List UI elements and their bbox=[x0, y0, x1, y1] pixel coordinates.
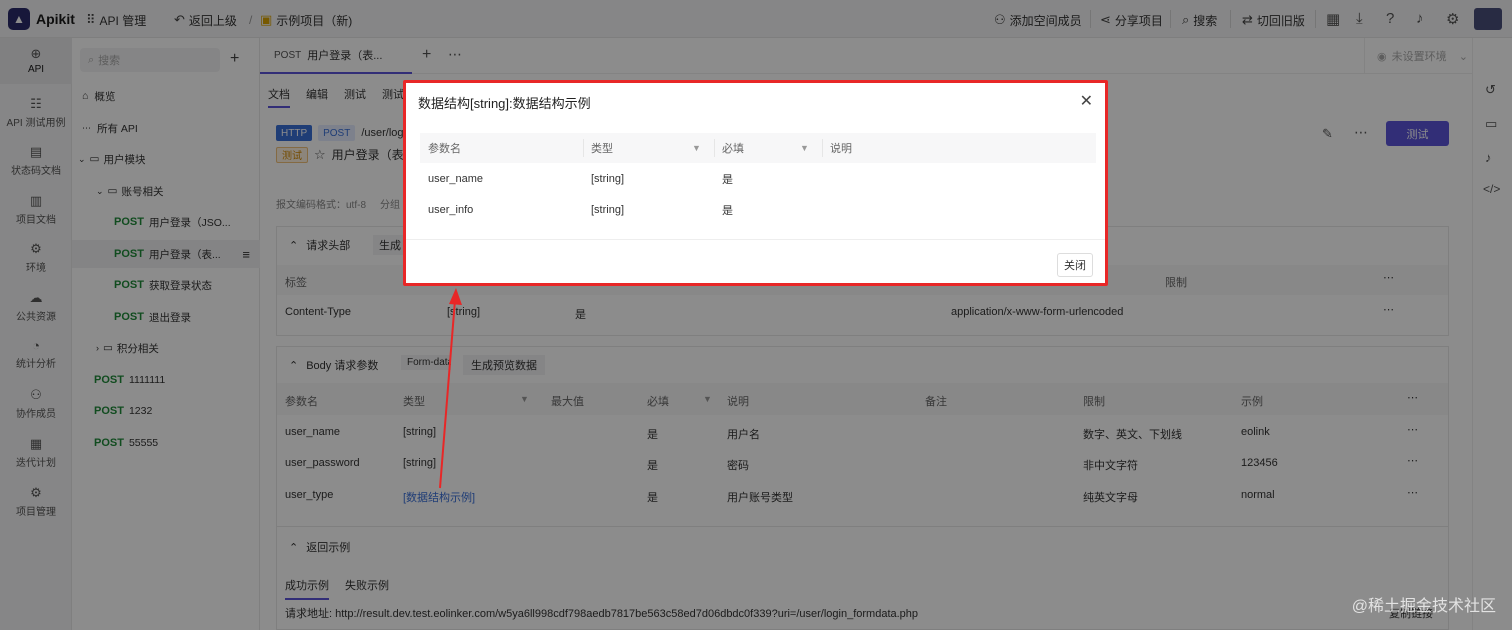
close-icon[interactable]: ✕ bbox=[1080, 91, 1093, 111]
table-row: user_name [string] 是 bbox=[420, 163, 1096, 194]
column-header: 类型 bbox=[591, 143, 613, 155]
filter-icon[interactable]: ▼ bbox=[692, 133, 701, 163]
dialog-footer-divider bbox=[406, 239, 1105, 240]
column-header: 说明 bbox=[830, 143, 852, 155]
data-structure-dialog: 数据结构[string]:数据结构示例 ✕ 参数名 类型 ▼ 必填 ▼ 说明 u… bbox=[403, 80, 1108, 286]
table-row: user_info [string] 是 bbox=[420, 194, 1096, 225]
table-header: 参数名 类型 ▼ 必填 ▼ 说明 bbox=[420, 133, 1096, 163]
dialog-title: 数据结构[string]:数据结构示例 bbox=[418, 96, 591, 111]
dialog-close-button[interactable]: 关闭 bbox=[1057, 253, 1093, 277]
column-divider bbox=[822, 139, 823, 157]
param-name: user_info bbox=[428, 203, 474, 216]
param-type: [string] bbox=[591, 203, 625, 216]
param-name: user_name bbox=[428, 172, 484, 185]
column-header: 必填 bbox=[722, 143, 744, 155]
param-type: [string] bbox=[591, 172, 625, 185]
watermark-text: @稀土掘金技术社区 bbox=[1351, 598, 1496, 615]
column-header: 参数名 bbox=[428, 143, 461, 155]
dialog-table: 参数名 类型 ▼ 必填 ▼ 说明 user_name [string] 是 us… bbox=[420, 133, 1096, 225]
param-required: 是 bbox=[722, 204, 733, 217]
param-required: 是 bbox=[722, 173, 733, 186]
filter-icon[interactable]: ▼ bbox=[800, 133, 809, 163]
column-divider bbox=[714, 139, 715, 157]
column-divider bbox=[583, 139, 584, 157]
